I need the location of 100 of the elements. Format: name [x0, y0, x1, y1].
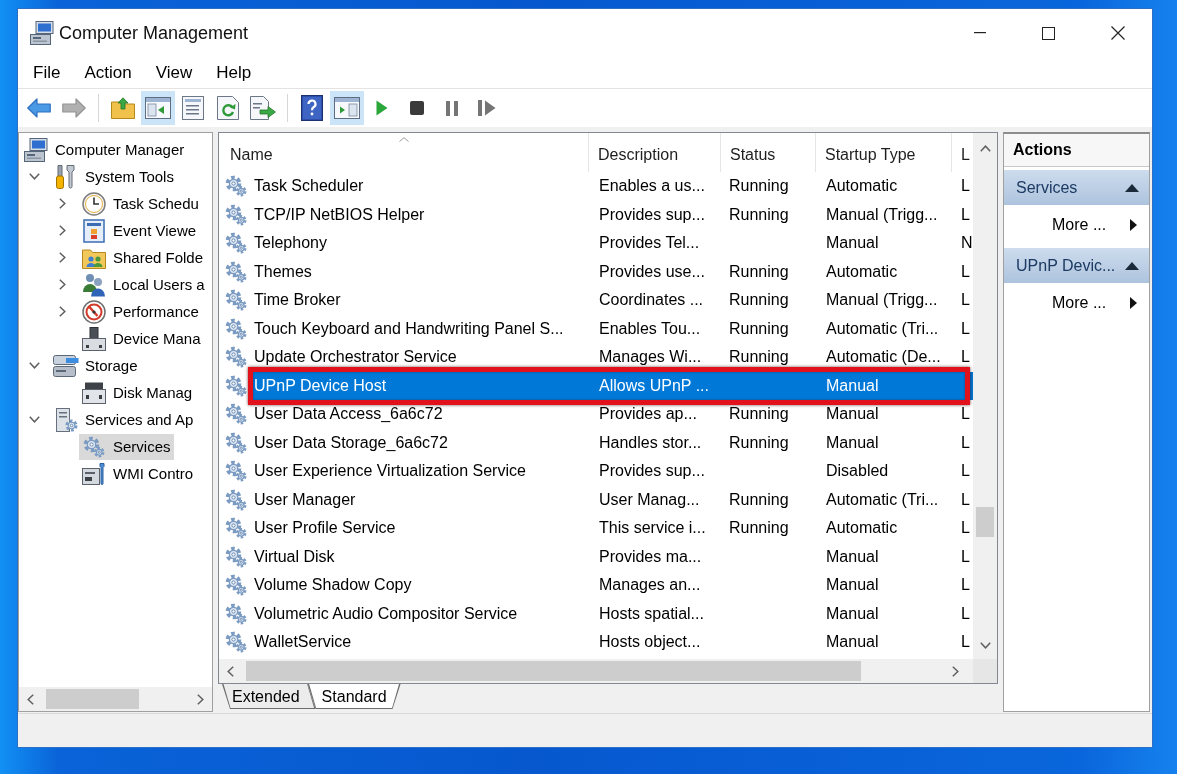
- scrollbar-corner: [973, 659, 997, 683]
- tree-item[interactable]: Task Schedu: [79, 190, 202, 217]
- tree-item[interactable]: Disk Manag: [79, 379, 196, 406]
- table-cell: Enables Tou...: [599, 319, 701, 338]
- action-pane-button[interactable]: [330, 91, 364, 125]
- scrollbar-thumb[interactable]: [976, 507, 994, 537]
- table-cell: Enables a us...: [599, 177, 705, 196]
- scrollbar-thumb[interactable]: [46, 689, 139, 709]
- column-header[interactable]: Description: [589, 133, 721, 172]
- table-cell: Manual (Trigg...: [826, 291, 938, 310]
- horizontal-scrollbar[interactable]: [219, 659, 997, 683]
- table-row[interactable]: TCP/IP NetBIOS Helper Provides sup... Running Manual (Trigg... L: [251, 200, 973, 229]
- table-cell: Provides ap...: [599, 405, 697, 424]
- table-cell: Manual: [826, 633, 879, 652]
- folder-up-icon: [111, 97, 135, 119]
- table-row[interactable]: User Data Storage_6a6c72 Handles stor... Running Manual L: [251, 428, 973, 457]
- action-link[interactable]: More ...: [1004, 205, 1149, 245]
- table-cell: L: [961, 405, 970, 424]
- table-cell: Manual (Trigg...: [826, 205, 938, 224]
- tree-item[interactable]: Storage: [51, 352, 141, 379]
- action-link[interactable]: More ...: [1004, 283, 1149, 323]
- table-cell: Running: [729, 348, 789, 367]
- table-row[interactable]: Volumetric Audio Compositor Service Hosts spatial... Manual L: [251, 599, 973, 628]
- tree-item[interactable]: System Tools: [51, 163, 177, 190]
- menu-item[interactable]: File: [21, 59, 73, 86]
- table-cell: Hosts object...: [599, 633, 701, 652]
- menu-item[interactable]: Action: [72, 59, 144, 86]
- chevron-left-icon: [227, 665, 234, 677]
- table-cell: User Experience Virtualization Service: [254, 462, 526, 481]
- gears-icon: [225, 260, 247, 283]
- table-row[interactable]: Virtual Disk Provides ma... Manual L: [251, 542, 973, 571]
- chevron-down-icon: [979, 642, 991, 649]
- section-header[interactable]: UPnP Devic...: [1004, 248, 1149, 283]
- table-row[interactable]: Themes Provides use... Running Automatic L: [251, 257, 973, 286]
- gauge-icon: [82, 299, 106, 324]
- console-tree-button[interactable]: [141, 91, 175, 125]
- table-row[interactable]: User Profile Service This service i... Running Automatic L: [251, 514, 973, 543]
- table-cell: Virtual Disk: [254, 547, 335, 566]
- table-cell: Themes: [254, 262, 312, 281]
- table-cell: Manual: [826, 433, 879, 452]
- tree-item[interactable]: WMI Contro: [79, 460, 196, 487]
- table-cell: Manages an...: [599, 576, 701, 595]
- table-cell: Provides use...: [599, 262, 705, 281]
- table-cell: Running: [729, 519, 789, 538]
- table-cell: User Profile Service: [254, 519, 396, 538]
- table-cell: Touch Keyboard and Handwriting Panel S...: [254, 319, 564, 338]
- table-cell: Update Orchestrator Service: [254, 348, 457, 367]
- tree-item[interactable]: Shared Folde: [79, 244, 207, 271]
- scrollbar-thumb[interactable]: [246, 661, 861, 681]
- menu-item[interactable]: Help: [204, 59, 264, 86]
- column-header[interactable]: Startup Type: [816, 133, 952, 172]
- table-cell: L: [961, 177, 970, 196]
- table-row[interactable]: Touch Keyboard and Handwriting Panel S... Enables Tou... Running Automatic (Tri... L: [251, 314, 973, 343]
- menu-item[interactable]: View: [143, 59, 205, 86]
- gears-icon: [225, 631, 247, 654]
- users-icon: [82, 272, 106, 297]
- vertical-scrollbar[interactable]: [973, 133, 997, 659]
- column-header[interactable]: Name: [219, 133, 589, 172]
- table-row[interactable]: UPnP Device Host Allows UPnP ... Manual: [251, 371, 973, 400]
- table-cell: Automatic: [826, 519, 898, 538]
- chevron-right-icon: [952, 665, 959, 677]
- table-cell: L: [961, 319, 970, 338]
- chevron-up-icon: [979, 145, 991, 152]
- table-row[interactable]: Task Scheduler Enables a us... Running Automatic L: [251, 172, 973, 201]
- table-cell: Manual: [826, 376, 879, 395]
- tree-item[interactable]: Computer Manager: [21, 136, 188, 163]
- table-cell: L: [961, 604, 970, 623]
- resume-icon: [478, 100, 496, 116]
- table-row[interactable]: Volume Shadow Copy Manages an... Manual L: [251, 571, 973, 600]
- tools-icon: [54, 164, 78, 189]
- tree-item[interactable]: Performance: [79, 298, 202, 325]
- table-row[interactable]: Telephony Provides Tel... Manual N: [251, 229, 973, 258]
- column-header[interactable]: L: [952, 133, 973, 172]
- horizontal-scrollbar[interactable]: [19, 687, 212, 711]
- table-cell: Running: [729, 205, 789, 224]
- tree-item[interactable]: Local Users a: [79, 271, 208, 298]
- gears-icon: [225, 574, 247, 597]
- table-row[interactable]: Update Orchestrator Service Manages Wi... Running Automatic (De... L: [251, 343, 973, 372]
- tree-item[interactable]: Services: [79, 433, 174, 460]
- computer-icon: [30, 21, 54, 45]
- table-row[interactable]: User Experience Virtualization Service Provides sup... Disabled L: [251, 457, 973, 486]
- table-row[interactable]: User Data Access_6a6c72 Provides ap... Running Manual L: [251, 400, 973, 429]
- table-cell: Running: [729, 490, 789, 509]
- gears-icon: [225, 517, 247, 540]
- help-icon: [301, 95, 323, 121]
- table-row[interactable]: Time Broker Coordinates ... Running Manual (Trigg... L: [251, 286, 973, 315]
- table-cell: Running: [729, 177, 789, 196]
- table-row[interactable]: WalletService Hosts object... Manual L: [251, 628, 973, 657]
- gears-icon: [225, 232, 247, 255]
- left-arrow-icon: [27, 98, 51, 118]
- pause-icon: [446, 100, 458, 116]
- clock-icon: [82, 191, 106, 216]
- column-header[interactable]: Status: [721, 133, 816, 172]
- table-row[interactable]: User Manager User Manag... Running Automatic (Tri... L: [251, 485, 973, 514]
- disk-drive-icon: [82, 381, 106, 404]
- section-header[interactable]: Services: [1004, 170, 1149, 205]
- play-icon: [376, 100, 388, 116]
- tree-item[interactable]: Device Mana: [79, 325, 204, 352]
- tree-item[interactable]: Event Viewe: [79, 217, 200, 244]
- tree-item[interactable]: Services and Ap: [51, 406, 197, 433]
